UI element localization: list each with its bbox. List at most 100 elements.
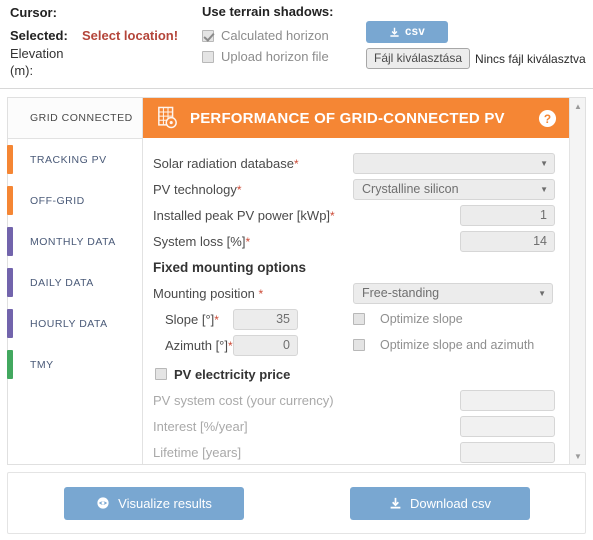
azimuth-input[interactable]: 0 <box>233 334 298 356</box>
solar-radiation-database-select[interactable]: ▼ <box>353 152 555 174</box>
sidebar-item-hourly-data[interactable]: HOURLY DATA <box>7 303 142 344</box>
panel-header: PERFORMANCE OF GRID-CONNECTED PV ? <box>143 98 569 138</box>
elevation-label-line2: (m): <box>10 63 34 78</box>
visualize-results-button[interactable]: Visualize results <box>64 486 244 520</box>
location-and-horizon-bar: Cursor: Selected: Select location! Eleva… <box>0 0 593 89</box>
upload-horizon-checkbox[interactable] <box>202 50 214 63</box>
sidebar-item-label: GRID CONNECTED <box>30 112 133 124</box>
peak-power-input[interactable]: 1 <box>460 204 555 226</box>
lifetime-label: Lifetime [years] <box>153 444 242 460</box>
optimize-slope-row[interactable]: Optimize slope <box>353 312 463 326</box>
sidebar-item-label: OFF-GRID <box>30 194 85 207</box>
tab-accent-bar <box>7 309 13 338</box>
required-marker: * <box>293 156 299 171</box>
tab-accent-bar <box>7 268 13 297</box>
azimuth-row: Azimuth [°]* 0 Optimize slope and azimut… <box>143 332 569 358</box>
lifetime-input[interactable] <box>460 441 555 463</box>
visualize-results-label: Visualize results <box>118 495 212 511</box>
interest-input[interactable] <box>460 415 555 437</box>
pv-technology-label: PV technology* <box>153 181 242 197</box>
mounting-position-label: Mounting position * <box>153 285 264 301</box>
mounting-position-row: Mounting position * Free-standing ▼ <box>143 280 569 306</box>
file-status-text: Nincs fájl kiválasztva <box>475 51 586 66</box>
horizon-csv-button[interactable]: csv <box>366 21 448 43</box>
required-marker: * <box>330 208 335 223</box>
sidebar-item-off-grid[interactable]: OFF-GRID <box>7 180 142 221</box>
peak-power-row: Installed peak PV power [kWp]* 1 <box>143 202 569 228</box>
sidebar-item-tmy[interactable]: TMY <box>7 344 142 385</box>
optimize-slope-azimuth-checkbox[interactable] <box>353 339 365 351</box>
mounting-position-value: Free-standing <box>362 286 440 300</box>
download-csv-button[interactable]: Download csv <box>350 486 530 520</box>
slope-input[interactable]: 35 <box>233 308 298 330</box>
elevation-label-line1: Elevation <box>10 46 64 61</box>
tab-accent-bar <box>7 350 13 379</box>
grid-gear-icon <box>158 106 177 129</box>
solar-radiation-database-row: Solar radiation database* ▼ <box>143 150 569 176</box>
system-loss-label: System loss [%]* <box>153 233 251 249</box>
optimize-slope-checkbox[interactable] <box>353 313 365 325</box>
pv-electricity-price-row[interactable]: PV electricity price <box>143 361 569 387</box>
system-loss-value: 14 <box>533 234 547 248</box>
sidebar-item-label: HOURLY DATA <box>30 317 108 330</box>
required-marker: * <box>245 234 251 249</box>
chevron-down-icon: ▼ <box>540 158 548 168</box>
upload-horizon-row[interactable]: Upload horizon file <box>202 46 334 67</box>
system-cost-row: PV system cost (your currency) <box>143 387 569 413</box>
optimize-slope-label: Optimize slope <box>380 312 463 326</box>
optimize-slope-azimuth-row[interactable]: Optimize slope and azimuth <box>353 338 534 352</box>
interest-row: Interest [%/year] <box>143 413 569 439</box>
panel-vertical-scrollbar[interactable]: ▲ ▼ <box>569 98 585 464</box>
interest-label: Interest [%/year] <box>153 418 248 434</box>
tab-accent-bar <box>7 145 13 174</box>
calculated-horizon-checkbox[interactable] <box>202 29 214 42</box>
system-loss-input[interactable]: 14 <box>460 230 555 252</box>
sidebar-item-daily-data[interactable]: DAILY DATA <box>7 262 142 303</box>
horizon-file-input[interactable]: Fájl kiválasztása Nincs fájl kiválasztva <box>366 48 586 69</box>
sidebar-item-tracking-pv[interactable]: TRACKING PV <box>7 139 142 180</box>
sidebar-item-label: MONTHLY DATA <box>30 235 116 248</box>
pv-electricity-price-checkbox[interactable] <box>155 368 167 380</box>
pv-parameters-form: Solar radiation database* ▼ PV technolog… <box>143 138 569 463</box>
chevron-down-icon: ▼ <box>538 288 546 298</box>
terrain-shadows-title: Use terrain shadows: <box>202 4 334 19</box>
solar-radiation-database-label: Solar radiation database* <box>153 155 299 171</box>
download-icon <box>390 497 401 509</box>
tab-accent-bar <box>7 227 13 256</box>
download-icon <box>390 27 399 37</box>
azimuth-label: Azimuth [°]* <box>165 337 233 353</box>
system-cost-label: PV system cost (your currency) <box>153 392 334 408</box>
pv-technology-value: Crystalline silicon <box>362 182 459 196</box>
chevron-down-icon: ▼ <box>540 184 548 194</box>
select-location-prompt: Select location! <box>82 28 179 43</box>
optimize-slope-azimuth-label: Optimize slope and azimuth <box>380 338 535 352</box>
choose-file-button[interactable]: Fájl kiválasztása <box>366 48 471 69</box>
help-circle-icon[interactable]: ? <box>538 109 557 128</box>
azimuth-value: 0 <box>283 338 290 352</box>
slope-row: Slope [°]* 35 Optimize slope <box>143 306 569 332</box>
sidebar-item-label: DAILY DATA <box>30 276 94 289</box>
pv-electricity-price-label: PV electricity price <box>174 366 291 382</box>
sidebar-item-monthly-data[interactable]: MONTHLY DATA <box>7 221 142 262</box>
scroll-up-arrow-icon[interactable]: ▲ <box>570 99 586 113</box>
required-marker: * <box>258 286 264 301</box>
selected-label: Selected: <box>10 28 68 43</box>
grid-connected-form-panel: PERFORMANCE OF GRID-CONNECTED PV ? Solar… <box>143 98 569 464</box>
sidebar-item-label: TMY <box>30 358 54 371</box>
calculated-horizon-row[interactable]: Calculated horizon <box>202 25 334 46</box>
tool-tab-list: GRID CONNECTED TRACKING PV OFF-GRID MONT… <box>7 98 143 464</box>
required-marker: * <box>236 182 242 197</box>
slope-label: Slope [°]* <box>165 311 219 327</box>
peak-power-value: 1 <box>540 208 547 222</box>
sidebar-item-grid-connected[interactable]: GRID CONNECTED <box>8 98 142 139</box>
pv-technology-select[interactable]: Crystalline silicon ▼ <box>353 178 555 200</box>
system-loss-row: System loss [%]* 14 <box>143 228 569 254</box>
system-cost-input[interactable] <box>460 389 555 411</box>
slope-value: 35 <box>276 312 290 326</box>
pv-technology-row: PV technology* Crystalline silicon ▼ <box>143 176 569 202</box>
mounting-position-select[interactable]: Free-standing ▼ <box>353 282 553 304</box>
svg-text:?: ? <box>544 111 551 125</box>
actions-bar: Visualize results Download csv <box>7 472 586 534</box>
scroll-down-arrow-icon[interactable]: ▼ <box>570 449 586 463</box>
required-marker: * <box>214 312 219 327</box>
